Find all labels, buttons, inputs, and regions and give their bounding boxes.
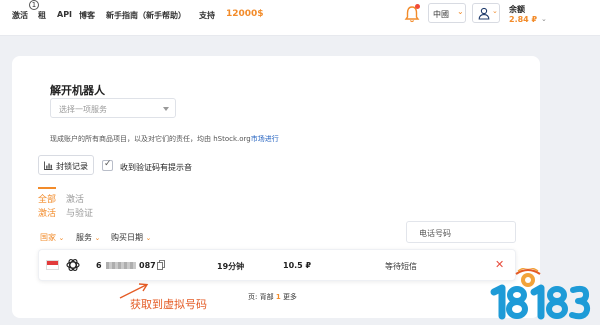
chevron-down-icon: ⌄ [94, 234, 101, 242]
user-icon [478, 7, 490, 20]
chevron-down-icon: ⌄ [58, 234, 65, 242]
column-date-label: 购买日期 [111, 233, 143, 242]
notification-count-badge: 1 [29, 0, 39, 10]
phone-number-placeholder: 电话号码 [419, 229, 451, 238]
chevron-down-icon: ⌄ [492, 7, 498, 15]
caret-down-icon [163, 107, 169, 111]
openai-logo-icon [66, 259, 80, 271]
pagination-next[interactable]: 更多 [283, 293, 297, 301]
nav-blog[interactable]: 博客 [79, 10, 95, 21]
remaining-time: 19分钟 [217, 262, 245, 271]
nav-rent[interactable]: 租 [38, 10, 46, 21]
nav-promo-amount[interactable]: 12000$ [226, 9, 264, 19]
column-service-label: 服务 [76, 233, 92, 242]
country-flag-icon [46, 260, 59, 270]
pagination: 页: 背部 1 更多 [248, 292, 297, 302]
pagination-current[interactable]: 1 [276, 293, 281, 301]
pagination-label: 页: [248, 293, 258, 301]
activation-card: 解开机器人 选择一项服务 现成账户的所有商品项目，以及对它们的责任，均由 hSt… [12, 56, 540, 318]
nav-api[interactable]: API [57, 10, 72, 19]
nav-activation[interactable]: 激活 [12, 10, 28, 21]
nav-beginner-guide[interactable]: 新手指南（新手帮助） [106, 10, 186, 21]
market-link[interactable]: 市场进行 [251, 135, 279, 143]
service-select-placeholder: 选择一项服务 [59, 105, 107, 114]
language-selector[interactable]: 中國 ⌄ [428, 3, 466, 23]
tab-verify-line1: 激活 [66, 195, 85, 205]
pagination-prev[interactable]: 背部 [260, 293, 274, 301]
tab-activation-verification[interactable]: 激活 与验证 [66, 193, 93, 221]
column-country-label: 国家 [40, 233, 56, 242]
sound-alert-label: 收到验证码有提示音 [120, 163, 192, 172]
language-label: 中國 [433, 10, 449, 19]
nav-support[interactable]: 支持 [199, 10, 215, 21]
annotation-label: 获取到虚拟号码 [130, 298, 207, 311]
tab-verify-line2: 与验证 [66, 209, 94, 219]
block-history-label: 封锁记录 [56, 162, 88, 171]
tab-all-activations[interactable]: 全部 激活 [38, 193, 56, 221]
phone-number-start: 6 [96, 261, 102, 270]
active-tab-indicator [38, 187, 56, 189]
notification-dot [415, 4, 420, 9]
activation-status: 等待短信 [385, 262, 417, 271]
column-purchase-date[interactable]: 购买日期 ⌄ [111, 232, 151, 243]
responsibility-note: 现成账户的所有商品项目，以及对它们的责任，均由 hStock.org市场进行 [50, 134, 279, 144]
watermark-logo [490, 268, 591, 320]
copy-icon[interactable] [157, 260, 165, 270]
column-country[interactable]: 国家 ⌄ [40, 232, 64, 243]
column-service[interactable]: 服务 ⌄ [76, 232, 100, 243]
checkmark-icon: ✓ [104, 159, 112, 169]
page-title: 解开机器人 [50, 84, 105, 97]
service-select[interactable]: 选择一项服务 [50, 98, 176, 118]
bar-chart-icon [44, 161, 53, 170]
top-navigation: 激活 1 租 API 博客 新手指南（新手帮助） 支持 12000$ 中國 ⌄ … [0, 0, 600, 36]
block-history-button[interactable]: 封锁记录 [38, 155, 94, 175]
chevron-down-icon: ⌄ [145, 234, 152, 242]
responsibility-text: 现成账户的所有商品项目，以及对它们的责任，均由 hStock.org [50, 135, 251, 143]
activation-price: 10.5 ₽ [283, 261, 312, 270]
sound-alert-checkbox[interactable]: ✓ [102, 159, 113, 171]
balance-label: 余额 [509, 5, 525, 14]
phone-number-search[interactable]: 电话号码 [406, 221, 516, 243]
chevron-down-icon: ⌄ [457, 7, 464, 16]
user-menu-button[interactable]: ⌄ [472, 3, 500, 23]
masked-phone-digits [106, 262, 136, 269]
chevron-down-icon[interactable]: ⌄ [541, 15, 547, 23]
phone-number-end: 087 [139, 261, 156, 270]
tab-all-line2: 激活 [38, 209, 57, 219]
activation-row: 6 087 19分钟 10.5 ₽ 等待短信 ✕ [38, 249, 516, 281]
tab-all-line1: 全部 [38, 195, 57, 205]
balance-value[interactable]: 2.84 ₽ [509, 15, 537, 24]
